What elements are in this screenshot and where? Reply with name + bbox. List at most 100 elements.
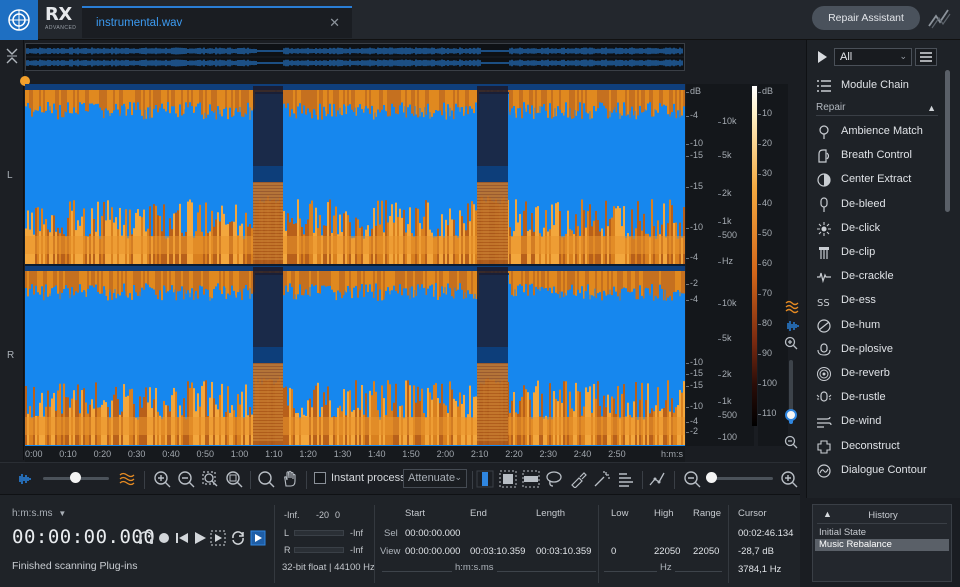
history-item-music-rebalance[interactable]: Music Rebalance	[815, 539, 949, 551]
module-item-breath-control[interactable]: Breath Control	[816, 146, 940, 168]
play-icon[interactable]	[192, 530, 208, 546]
waveform-overview[interactable]	[25, 43, 685, 71]
module-item-de-ess[interactable]: SS De-ess	[816, 291, 940, 313]
scale-tick-mark	[758, 92, 761, 93]
module-item-de-reverb[interactable]: De-reverb	[816, 364, 940, 386]
spectrogram-view-icon[interactable]	[785, 300, 799, 314]
vertical-zoom-handle[interactable]	[785, 409, 797, 421]
zoom-out-icon[interactable]	[177, 470, 195, 488]
lasso-tool-icon[interactable]	[545, 470, 563, 488]
scale-tick-label: 20	[762, 138, 773, 148]
zoom-in-horizontal-icon[interactable]	[780, 470, 798, 488]
module-menu-button[interactable]	[915, 48, 937, 66]
repair-assistant-button[interactable]: Repair Assistant	[812, 6, 920, 30]
module-filter-select[interactable]: All ⌄	[834, 48, 912, 66]
time-format-select[interactable]: h:m:s.ms ▼	[12, 508, 66, 519]
skip-to-start-icon[interactable]	[174, 530, 190, 546]
scale-tick-mark	[758, 264, 761, 265]
scale-tick-label: -10	[690, 138, 704, 148]
frequency-range[interactable]: 22050	[693, 546, 719, 557]
play-selection-icon[interactable]	[210, 530, 226, 546]
module-item-de-wind[interactable]: De-wind	[816, 412, 940, 434]
panel-divider	[274, 505, 275, 583]
zoom-in-icon[interactable]	[153, 470, 171, 488]
history-panel: ▲ History Initial State Music Rebalance	[812, 504, 952, 582]
time-selection-tool-icon[interactable]	[476, 470, 494, 488]
frequency-high[interactable]: 22050	[654, 546, 680, 557]
module-item-dialogue-contour[interactable]: Dialogue Contour	[816, 461, 940, 483]
module-item-ambience-match[interactable]: Ambience Match	[816, 122, 940, 144]
scale-tick-label: 40	[762, 198, 773, 208]
magic-wand-tool-icon[interactable]	[593, 470, 611, 488]
blend-slider-handle[interactable]	[70, 472, 81, 483]
module-item-de-bleed[interactable]: De-bleed	[816, 195, 940, 217]
meter-right-bar	[294, 547, 344, 553]
module-item-label: De-ess	[841, 294, 876, 307]
zoom-out-vertical-icon[interactable]	[784, 435, 798, 449]
module-item-de-plosive[interactable]: De-plosive	[816, 340, 940, 362]
spectrogram-toggle-icon[interactable]	[118, 470, 136, 488]
follow-playhead-icon[interactable]	[250, 530, 266, 546]
record-icon[interactable]	[156, 530, 172, 546]
spectrogram-view[interactable]	[25, 84, 685, 446]
zoom-fit-icon[interactable]	[225, 470, 243, 488]
module-item-deconstruct[interactable]: Deconstruct	[816, 437, 940, 459]
instant-process-checkbox[interactable]	[314, 472, 326, 484]
scale-tick-label: 1k	[722, 396, 732, 406]
channel-label-right: R	[7, 350, 15, 361]
start-header: Start	[405, 508, 426, 519]
module-item-label: Breath Control	[841, 149, 912, 162]
close-icon[interactable]: ✕	[329, 15, 340, 31]
file-tab[interactable]: instrumental.wav ✕	[82, 6, 352, 38]
scale-tick-label: -2	[690, 426, 699, 436]
selection-start[interactable]: 00:00:00.000	[405, 528, 460, 539]
horizontal-zoom-handle[interactable]	[706, 472, 717, 483]
collapse-triangle-icon[interactable]: ▲	[927, 103, 936, 113]
brush-tool-icon[interactable]	[569, 470, 587, 489]
module-preview-play-icon[interactable]	[816, 50, 828, 64]
module-item-de-hum[interactable]: De-hum	[816, 316, 940, 338]
zoom-to-selection-icon[interactable]	[201, 470, 219, 488]
magnify-tool-icon[interactable]	[257, 470, 275, 488]
module-list-scrollbar[interactable]	[945, 70, 950, 212]
module-chain-label: Module Chain	[841, 79, 909, 91]
waveform-view-icon[interactable]	[785, 319, 799, 333]
scale-tick-label: 5k	[722, 333, 732, 343]
frequency-low[interactable]: 0	[611, 546, 616, 557]
chevron-down-icon: ▼	[58, 509, 67, 518]
zoom-in-vertical-icon[interactable]	[784, 336, 798, 350]
module-item-de-click[interactable]: De-click	[816, 219, 940, 241]
view-start[interactable]: 00:00:00.000	[405, 546, 460, 557]
scale-tick-mark	[686, 374, 689, 375]
scale-tick-label: -10	[690, 357, 704, 367]
harmonic-selection-icon[interactable]	[617, 470, 635, 488]
scale-tick-mark	[758, 414, 761, 415]
module-item-de-rustle[interactable]: De-rustle	[816, 388, 940, 410]
meter-left-bar	[294, 530, 344, 536]
gain-envelope-icon[interactable]	[648, 470, 666, 488]
hand-tool-icon[interactable]	[281, 470, 299, 488]
module-item-de-crackle[interactable]: De-crackle	[816, 267, 940, 289]
repair-section-header[interactable]: Repair ▲	[816, 102, 938, 116]
module-chain-item[interactable]: Module Chain	[816, 76, 940, 94]
module-item-label: De-hum	[841, 318, 881, 331]
scale-tick-mark	[686, 144, 689, 145]
history-item-initial-state[interactable]: Initial State	[815, 527, 949, 539]
rectangle-selection-tool-icon[interactable]	[499, 470, 517, 488]
headphones-icon[interactable]	[138, 530, 154, 546]
zoom-out-horizontal-icon[interactable]	[683, 470, 701, 488]
waveform-toggle-icon[interactable]	[16, 470, 34, 488]
view-length[interactable]: 00:03:10.359	[536, 546, 591, 557]
instant-process-mode-select[interactable]: Attenuate ⌄	[403, 469, 467, 488]
frequency-selection-tool-icon[interactable]	[522, 470, 540, 488]
scale-tick-label: 500	[722, 230, 738, 240]
panel-divider	[598, 505, 599, 583]
scale-tick-label: 60	[762, 258, 773, 268]
module-item-center-extract[interactable]: Center Extract	[816, 170, 940, 192]
module-item-de-clip[interactable]: De-clip	[816, 243, 940, 265]
overview-collapse-icon[interactable]	[6, 47, 18, 67]
time-ruler[interactable]: 0:00 0:10 0:20 0:30 0:40 0:50 1:00 1:10 1:20 1:30…	[25, 446, 685, 462]
loop-icon[interactable]	[230, 530, 246, 546]
edit-toolbar: Instant process Attenuate ⌄	[0, 462, 800, 494]
view-end[interactable]: 00:03:10.359	[470, 546, 525, 557]
